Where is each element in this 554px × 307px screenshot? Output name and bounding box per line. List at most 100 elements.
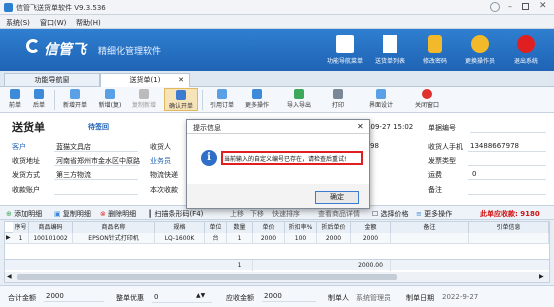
total-field[interactable]: 2000 xyxy=(46,292,64,300)
banner: 信管飞 精细化管理软件 功能导航菜单 送货单列表 修改密码 更换操作员 退出系统 xyxy=(0,29,554,71)
new-copy-label: 新增(复) xyxy=(98,102,122,109)
select-price-button[interactable]: ☐ 选择价格 xyxy=(372,209,409,219)
menu-window[interactable]: 窗口(W) xyxy=(40,18,66,28)
close-window-label: 关闭窗口 xyxy=(414,102,439,109)
new-order-button[interactable]: 新增开单 xyxy=(58,88,92,111)
view-detail-label: 查看商品详情 xyxy=(318,210,360,218)
close-window-button[interactable]: 关闭窗口 xyxy=(410,88,444,111)
slogan: 精细化管理软件 xyxy=(98,47,162,57)
table-row[interactable]: ▶ 1 100101002 EPSON针式打印机 LQ-1600K 台 1 20… xyxy=(5,233,549,244)
change-password-button[interactable]: 修改密码 xyxy=(413,31,457,69)
receivable-field[interactable]: 2000 xyxy=(264,292,282,300)
scroll-right-icon[interactable]: ▶ xyxy=(539,273,544,280)
col-price[interactable]: 单价 xyxy=(253,222,285,233)
next-button[interactable]: 后单 xyxy=(28,88,50,111)
scroll-thumb[interactable] xyxy=(17,274,397,280)
ok-button[interactable]: 确定 xyxy=(315,191,359,204)
view-detail-button[interactable]: 查看商品详情 xyxy=(318,209,360,219)
cell-price[interactable]: 2000 xyxy=(253,233,285,244)
new-copy-button[interactable]: 新增(复) xyxy=(94,88,126,111)
prev-button[interactable]: 前单 xyxy=(4,88,26,111)
ui-design-button[interactable]: 界面设计 xyxy=(364,88,398,111)
import-export-button[interactable]: 导入导出 xyxy=(282,88,316,111)
phone-field[interactable]: 13488667978 xyxy=(470,142,519,150)
move-down-button[interactable]: 下移 xyxy=(250,209,264,219)
cell-discount[interactable]: 100 xyxy=(285,233,317,244)
col-net-price[interactable]: 折后单价 xyxy=(317,222,351,233)
copy-row-button[interactable]: ▣ 复制明细 xyxy=(54,209,91,219)
change-operator-button[interactable]: 更换操作员 xyxy=(458,31,502,69)
add-row-label: 添加明细 xyxy=(14,210,43,218)
date-field[interactable]: -09-27 15:02 xyxy=(368,123,413,131)
copy-new-button[interactable]: 复制新增 xyxy=(128,88,160,111)
more-row-ops-button[interactable]: ≡ 更多操作 xyxy=(416,209,452,219)
col-note[interactable]: 备注 xyxy=(391,222,469,233)
cell-qty[interactable]: 1 xyxy=(227,233,253,244)
phone-label: 收货人手机 xyxy=(428,143,463,151)
app-icon xyxy=(4,3,13,12)
menu-system[interactable]: 系统(S) xyxy=(6,18,30,28)
invoice-label: 发票类型 xyxy=(428,157,456,165)
tab-close-icon[interactable]: ✕ xyxy=(178,74,184,86)
dialog-close-icon[interactable]: ✕ xyxy=(357,122,364,131)
divider xyxy=(54,194,138,195)
new-doc-icon xyxy=(70,89,80,99)
delivery-list-button[interactable]: 送货单列表 xyxy=(368,31,412,69)
divider xyxy=(470,132,546,133)
menu-help[interactable]: 帮助(H) xyxy=(76,18,101,28)
col-qty[interactable]: 数量 xyxy=(227,222,253,233)
scan-barcode-label: 扫描条形码(F4) xyxy=(154,210,204,218)
new-order-label: 新增开单 xyxy=(62,102,87,109)
divider xyxy=(54,90,55,110)
ref-order-button[interactable]: 引用订单 xyxy=(206,88,238,111)
close-icon[interactable]: ✕ xyxy=(539,1,547,11)
receivable-label: 应收金额 xyxy=(226,294,254,302)
freight-field[interactable]: 0 xyxy=(472,170,476,178)
discount-spinner-icon[interactable]: ▲▼ xyxy=(196,292,205,299)
col-seq[interactable]: 序号 xyxy=(13,222,29,233)
discount-field[interactable]: 0 xyxy=(154,293,158,301)
cell-amount[interactable]: 2000 xyxy=(351,233,391,244)
tab-delivery[interactable]: 送货单(1) ✕ xyxy=(100,73,190,88)
divider xyxy=(202,90,203,110)
tab-nav[interactable]: 功能导航窗 xyxy=(4,73,100,87)
confirm-order-button[interactable]: 确认开单 xyxy=(164,88,198,111)
dialog-message: 当前输入的自定义编号已存在，请检查后重试! xyxy=(224,156,347,163)
col-ref[interactable]: 引单信息 xyxy=(469,222,549,233)
title-bar: 信管飞送货单软件 V9.3.536 – ✕ xyxy=(0,0,554,15)
nav-menu-button[interactable]: 功能导航菜单 xyxy=(323,31,367,69)
exit-system-button[interactable]: 退出系统 xyxy=(504,31,548,69)
print-button[interactable]: 打印 xyxy=(324,88,352,111)
cell-unit[interactable]: 台 xyxy=(205,233,227,244)
maximize-icon[interactable] xyxy=(522,3,529,10)
cell-net-price[interactable]: 2000 xyxy=(317,233,351,244)
col-code[interactable]: 商品编码 xyxy=(29,222,73,233)
delete-row-button[interactable]: ⊗ 删除明细 xyxy=(100,209,136,219)
move-up-button[interactable]: 上移 xyxy=(230,209,244,219)
scan-barcode-button[interactable]: ┃ 扫描条形码(F4) xyxy=(148,209,203,219)
cell-name[interactable]: EPSON针式打印机 xyxy=(73,233,155,244)
more-ops-button[interactable]: 更多操作 xyxy=(240,88,274,111)
col-spec[interactable]: 规格 xyxy=(155,222,205,233)
quick-sort-button[interactable]: 快速排序 xyxy=(272,209,300,219)
cell-ref[interactable] xyxy=(469,233,549,244)
scroll-left-icon[interactable]: ◀ xyxy=(7,273,12,280)
receiver-label: 收货人 xyxy=(150,143,171,151)
col-unit[interactable]: 单位 xyxy=(205,222,227,233)
col-amount[interactable]: 金额 xyxy=(351,222,391,233)
horizontal-scrollbar[interactable]: ◀ ▶ xyxy=(5,272,549,282)
more-icon xyxy=(252,89,262,99)
cell-note[interactable] xyxy=(391,233,469,244)
print-label: 打印 xyxy=(331,102,344,109)
this-payment-label: 本次收款 xyxy=(150,186,178,194)
col-name[interactable]: 商品名称 xyxy=(73,222,155,233)
menu-icon[interactable] xyxy=(490,2,500,12)
col-discount[interactable]: 折扣率% xyxy=(285,222,317,233)
cell-code[interactable]: 100101002 xyxy=(29,233,73,244)
cell-spec[interactable]: LQ-1600K xyxy=(155,233,205,244)
add-row-button[interactable]: ⊕ 添加明细 xyxy=(6,209,42,219)
change-operator-label: 更换操作员 xyxy=(464,58,495,65)
ship-method-label: 发货方式 xyxy=(12,171,40,179)
cell-seq[interactable]: 1 xyxy=(13,233,29,244)
minimize-icon[interactable]: – xyxy=(508,2,512,11)
